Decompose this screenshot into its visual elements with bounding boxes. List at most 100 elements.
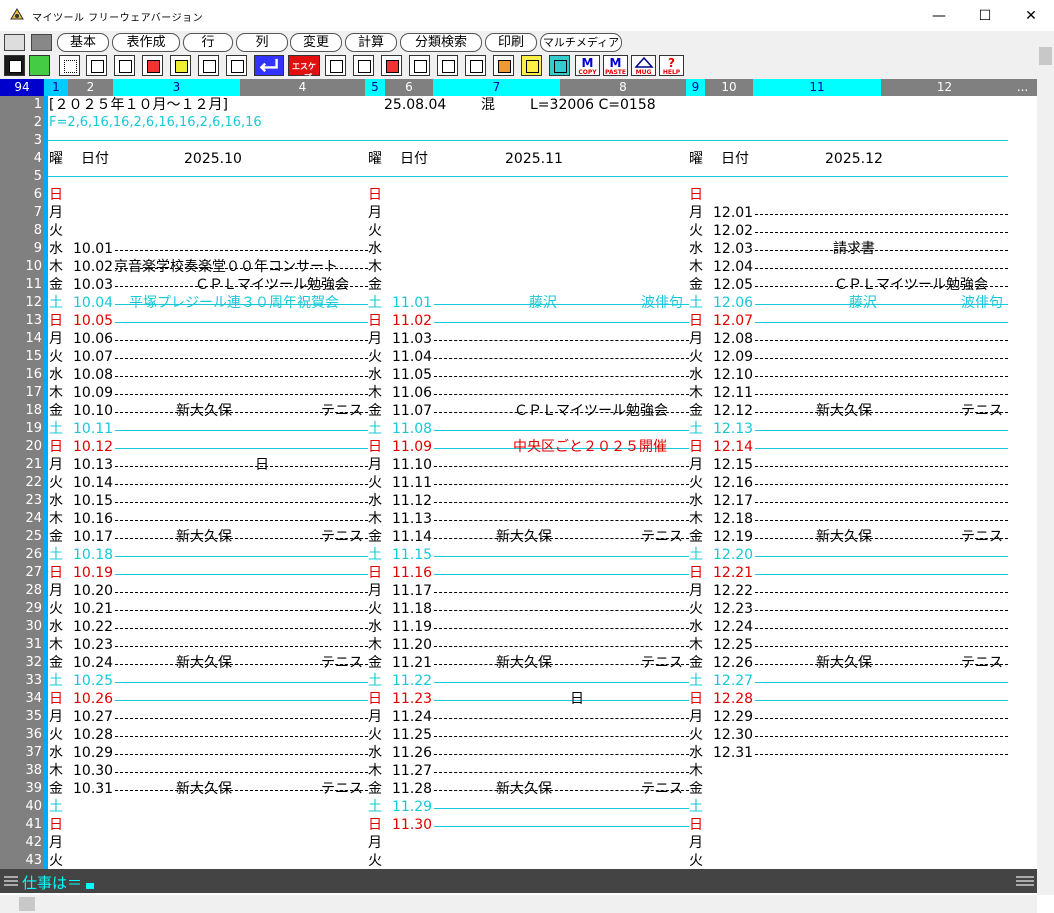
- keyboard-icon[interactable]: [59, 55, 80, 76]
- line-number[interactable]: 42: [0, 834, 42, 852]
- line-number[interactable]: 25: [0, 528, 42, 546]
- insert-column-icon[interactable]: [409, 55, 430, 76]
- date-cell[interactable]: 12.02: [713, 222, 753, 240]
- date-cell[interactable]: 10.31: [73, 780, 113, 798]
- date-cell[interactable]: 10.08: [73, 366, 113, 384]
- command-prompt[interactable]: 仕事は＝: [22, 872, 82, 893]
- horizontal-scroll-thumb[interactable]: [19, 897, 35, 911]
- date-cell[interactable]: 10.27: [73, 708, 113, 726]
- line-number[interactable]: 39: [0, 780, 42, 798]
- screen-icon[interactable]: [549, 55, 570, 76]
- date-cell[interactable]: 11.13: [392, 510, 432, 528]
- line-number[interactable]: 29: [0, 600, 42, 618]
- date-cell[interactable]: 11.15: [392, 546, 432, 564]
- date-cell[interactable]: 12.23: [713, 600, 753, 618]
- date-cell[interactable]: 12.01: [713, 204, 753, 222]
- date-cell[interactable]: 10.28: [73, 726, 113, 744]
- date-cell[interactable]: 10.19: [73, 564, 113, 582]
- insert-row-icon[interactable]: [381, 55, 402, 76]
- menu-row[interactable]: 行: [183, 33, 233, 52]
- ruler-column-3[interactable]: 3: [113, 79, 240, 96]
- menu-lines-icon[interactable]: [4, 875, 18, 887]
- menu-change[interactable]: 変更: [290, 33, 342, 52]
- menu-calculate[interactable]: 計算: [345, 33, 397, 52]
- date-cell[interactable]: 10.13: [73, 456, 113, 474]
- line-number[interactable]: 28: [0, 582, 42, 600]
- vertical-scroll-thumb[interactable]: [1039, 47, 1052, 65]
- date-cell[interactable]: 11.26: [392, 744, 432, 762]
- date-cell[interactable]: 12.03: [713, 240, 753, 258]
- ruler-column-4[interactable]: 4: [240, 79, 365, 96]
- date-cell[interactable]: 12.24: [713, 618, 753, 636]
- date-cell[interactable]: 12.05: [713, 276, 753, 294]
- line-number[interactable]: 43: [0, 852, 42, 870]
- date-cell[interactable]: 10.25: [73, 672, 113, 690]
- date-cell[interactable]: 12.04: [713, 258, 753, 276]
- date-cell[interactable]: 11.17: [392, 582, 432, 600]
- line-number[interactable]: 41: [0, 816, 42, 834]
- ruler-column-11[interactable]: 11: [753, 79, 881, 96]
- date-cell[interactable]: 12.06: [713, 294, 753, 312]
- mug-button[interactable]: MUG: [631, 55, 656, 76]
- date-cell[interactable]: 11.29: [392, 798, 432, 816]
- line-number[interactable]: 9: [0, 240, 42, 258]
- date-cell[interactable]: 10.01: [73, 240, 113, 258]
- menu-basic[interactable]: 基本: [57, 33, 109, 52]
- date-cell[interactable]: 12.28: [713, 690, 753, 708]
- ruler-column-12[interactable]: 12: [881, 79, 1008, 96]
- date-cell[interactable]: 11.27: [392, 762, 432, 780]
- line-number[interactable]: 40: [0, 798, 42, 816]
- book-icon[interactable]: [493, 55, 514, 76]
- print-settings-icon[interactable]: [226, 55, 247, 76]
- date-cell[interactable]: 11.28: [392, 780, 432, 798]
- date-cell[interactable]: 11.08: [392, 420, 432, 438]
- date-cell[interactable]: 11.25: [392, 726, 432, 744]
- date-cell[interactable]: 12.11: [713, 384, 753, 402]
- menu-classify-search[interactable]: 分類検索: [400, 33, 482, 52]
- date-cell[interactable]: 10.30: [73, 762, 113, 780]
- minimize-button[interactable]: —: [916, 0, 962, 31]
- date-cell[interactable]: 11.06: [392, 384, 432, 402]
- date-cell[interactable]: 10.20: [73, 582, 113, 600]
- vertical-scrollbar[interactable]: [1037, 44, 1054, 895]
- date-cell[interactable]: 10.14: [73, 474, 113, 492]
- date-cell[interactable]: 11.16: [392, 564, 432, 582]
- menu-table-create[interactable]: 表作成: [112, 33, 180, 52]
- date-cell[interactable]: 10.17: [73, 528, 113, 546]
- date-cell[interactable]: 10.29: [73, 744, 113, 762]
- line-number[interactable]: 36: [0, 726, 42, 744]
- ruler-column-6[interactable]: 6: [385, 79, 433, 96]
- date-cell[interactable]: 11.30: [392, 816, 432, 834]
- date-cell[interactable]: 11.04: [392, 348, 432, 366]
- ruler-column-13[interactable]: ...: [1008, 79, 1037, 96]
- date-cell[interactable]: 11.02: [392, 312, 432, 330]
- edit-icon[interactable]: [325, 55, 346, 76]
- line-number[interactable]: 20: [0, 438, 42, 456]
- date-cell[interactable]: 10.10: [73, 402, 113, 420]
- date-cell[interactable]: 12.14: [713, 438, 753, 456]
- date-cell[interactable]: 11.11: [392, 474, 432, 492]
- date-cell[interactable]: 12.10: [713, 366, 753, 384]
- line-number[interactable]: 6: [0, 186, 42, 204]
- escape-button[interactable]: エスケープ: [288, 55, 320, 82]
- date-cell[interactable]: 12.12: [713, 402, 753, 420]
- date-cell[interactable]: 10.23: [73, 636, 113, 654]
- line-number[interactable]: 27: [0, 564, 42, 582]
- date-cell[interactable]: 10.07: [73, 348, 113, 366]
- printer-icon[interactable]: [198, 55, 219, 76]
- line-number[interactable]: 10: [0, 258, 42, 276]
- date-cell[interactable]: 12.09: [713, 348, 753, 366]
- line-number[interactable]: 11: [0, 276, 42, 294]
- maximize-button[interactable]: ☐: [962, 0, 1008, 31]
- pen-icon[interactable]: [437, 55, 458, 76]
- paste-button[interactable]: M PASTE: [603, 55, 628, 76]
- date-cell[interactable]: 10.21: [73, 600, 113, 618]
- notes-icon[interactable]: [521, 55, 542, 76]
- line-number[interactable]: 31: [0, 636, 42, 654]
- date-cell[interactable]: 12.20: [713, 546, 753, 564]
- date-cell[interactable]: 11.24: [392, 708, 432, 726]
- line-number[interactable]: 8: [0, 222, 42, 240]
- menu-column[interactable]: 列: [236, 33, 288, 52]
- date-cell[interactable]: 12.21: [713, 564, 753, 582]
- date-cell[interactable]: 12.26: [713, 654, 753, 672]
